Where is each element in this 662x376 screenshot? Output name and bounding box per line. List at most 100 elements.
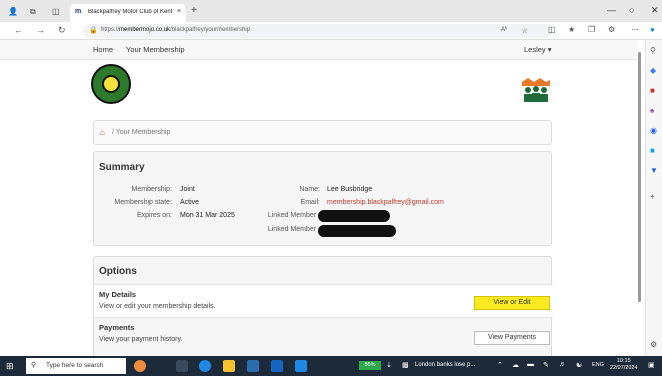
taskbar-search[interactable]: ⚲ Type here to search — [26, 358, 126, 374]
language-indicator[interactable]: ENG — [592, 362, 604, 368]
breadcrumb-current: / Your Membership — [112, 129, 171, 136]
windows-start-icon[interactable]: ⊞ — [6, 361, 14, 372]
linked-member-1-redaction — [318, 210, 390, 222]
tab-blackpalfrey[interactable]: m Blackpalfrey Motor Club of Kent × — [70, 4, 186, 22]
split-screen-icon[interactable]: ◫ — [548, 25, 556, 34]
wifi-icon[interactable]: ☯ — [576, 361, 582, 369]
edge-sidebar: ⚲ ◆ ■ ♠ ◉ ■ ▼ + ⚙ — [645, 40, 662, 356]
sidebar-settings-icon[interactable]: ⚙ — [650, 340, 657, 349]
home-icon[interactable]: ⌂ — [100, 128, 105, 137]
refresh-icon[interactable]: ↻ — [58, 25, 66, 36]
read-aloud-icon[interactable]: Aʰ — [501, 27, 507, 33]
shopping-tag-icon[interactable]: ◆ — [650, 66, 656, 75]
linked-member-1-label: Linked Member : — [267, 212, 320, 219]
workspaces-icon[interactable]: ⧉ — [30, 7, 36, 17]
l-app-icon[interactable] — [271, 360, 283, 372]
club-logo — [91, 64, 131, 104]
news-icon[interactable]: ▩ — [402, 361, 409, 369]
view-payments-button[interactable]: View Payments — [474, 331, 550, 345]
more-menu-icon[interactable]: ⋯ — [631, 25, 639, 34]
outlook-icon[interactable]: ■ — [650, 146, 655, 155]
forward-icon[interactable]: → — [36, 25, 45, 35]
my-details-row: My Details View or edit your membership … — [94, 284, 553, 317]
nav-your-membership-link[interactable]: Your Membership — [126, 45, 185, 54]
tray-chevron-icon[interactable]: ⌃ — [497, 361, 503, 369]
games-icon[interactable]: ♠ — [650, 106, 654, 115]
membermojo-favicon: m — [75, 8, 82, 15]
site-nav: Home Your Membership Lesley ▾ — [0, 40, 637, 60]
user-menu[interactable]: Lesley ▾ — [524, 45, 552, 54]
volume-icon[interactable]: ♬ — [559, 361, 566, 368]
page-scrollbar[interactable] — [638, 46, 642, 346]
copilot-icon[interactable]: ● — [650, 25, 655, 34]
linked-member-2-label: Linked Member : — [267, 226, 320, 233]
payments-row: Payments View your payment history. View… — [94, 317, 553, 356]
taskbar-search-placeholder: Type here to search — [46, 362, 104, 369]
url-field[interactable]: 🔒 https://membermojo.co.uk/blackpalfrey/… — [83, 24, 553, 38]
linked-member-2-redaction — [318, 225, 396, 237]
store-icon[interactable] — [247, 360, 259, 372]
payments-desc: View your payment history. — [99, 336, 183, 343]
office-icon[interactable]: ◉ — [650, 126, 657, 135]
window-close-icon[interactable]: ✕ — [651, 5, 659, 16]
network-icon[interactable]: ▬ — [527, 361, 534, 368]
notifications-icon[interactable]: ▣ — [648, 361, 655, 369]
options-panel: Options My Details View or edit your mem… — [93, 256, 553, 356]
news-ticker[interactable]: London banks lose p... — [415, 362, 475, 368]
new-tab-button[interactable]: + — [191, 5, 197, 16]
browser-tab-bar: 👤 ⧉ ◫ m Blackpalfrey Motor Club of Kent … — [0, 0, 662, 22]
back-icon[interactable]: ← — [14, 25, 23, 35]
url-text: https://membermojo.co.uk/blackpalfrey/yo… — [101, 27, 251, 33]
outlook-taskbar-icon[interactable] — [295, 360, 307, 372]
search-icon[interactable]: ⚲ — [650, 46, 656, 55]
clock-time: 10:15 — [616, 358, 631, 364]
edge-taskbar-icon[interactable] — [199, 360, 211, 372]
tab-close-icon[interactable]: × — [177, 8, 181, 15]
collections-icon[interactable]: ❐ — [588, 25, 595, 34]
tab-actions-icon[interactable]: ◫ — [52, 7, 60, 16]
file-explorer-icon[interactable] — [223, 360, 235, 372]
options-title: Options — [99, 266, 137, 277]
favorites-icon[interactable]: ★ — [568, 25, 575, 34]
battery-indicator[interactable]: 86% — [359, 361, 381, 370]
pen-icon[interactable]: ✎ — [543, 361, 549, 369]
name-label: Name: — [299, 186, 320, 193]
membership-state-value: Active — [180, 199, 200, 206]
minimize-icon[interactable]: — — [607, 5, 616, 15]
breadcrumb: ⌂ / Your Membership — [93, 120, 552, 145]
scrollbar-thumb[interactable] — [638, 52, 641, 302]
windows-taskbar: ⊞ ⚲ Type here to search 86% ⇣ ▩ London b… — [0, 356, 662, 376]
my-details-desc: View or edit your membership details. — [99, 303, 216, 310]
address-bar-row: ← → ↻ 🔒 https://membermojo.co.uk/blackpa… — [0, 22, 662, 40]
my-details-title: My Details — [99, 290, 137, 299]
membership-label: Membership: — [131, 186, 172, 193]
favorite-star-icon[interactable]: ☆ — [521, 26, 528, 35]
maximize-icon[interactable]: ○ — [629, 5, 634, 15]
search-icon: ⚲ — [31, 362, 37, 369]
cloud-icon[interactable]: ☁ — [512, 361, 519, 369]
taskbar-clock[interactable]: 10:15 22/07/2024 — [610, 358, 638, 372]
membermojo-logo — [520, 78, 552, 104]
expires-value: Mon 31 Mar 2025 — [180, 212, 235, 219]
email-value[interactable]: membership.blackpalfrey@gmail.com — [327, 199, 444, 206]
name-value: Lee Busbridge — [327, 186, 373, 193]
web-page: Home Your Membership Lesley ▾ ⌂ / Your M… — [0, 40, 637, 356]
drop-icon[interactable]: ▼ — [650, 166, 658, 175]
membership-value: Joint — [180, 186, 195, 193]
extensions-icon[interactable]: ⚙ — [608, 25, 615, 34]
profile-icon[interactable]: 👤 — [8, 7, 18, 16]
email-label: Email: — [300, 199, 320, 206]
payments-title: Payments — [99, 323, 135, 332]
add-sidebar-icon[interactable]: + — [650, 192, 655, 201]
nav-home-link[interactable]: Home — [93, 45, 113, 54]
summary-title: Summary — [99, 162, 145, 173]
weather-widget-icon[interactable] — [134, 360, 146, 372]
view-or-edit-button[interactable]: View or Edit — [474, 296, 550, 310]
task-view-icon[interactable] — [176, 360, 188, 372]
tools-icon[interactable]: ■ — [650, 86, 655, 95]
lock-icon[interactable]: 🔒 — [89, 26, 98, 34]
tab-title: Blackpalfrey Motor Club of Kent — [88, 9, 172, 15]
expires-label: Expires on: — [136, 212, 172, 219]
download-icon[interactable]: ⇣ — [386, 361, 392, 369]
summary-panel: Summary Membership: Joint Membership sta… — [93, 151, 552, 246]
